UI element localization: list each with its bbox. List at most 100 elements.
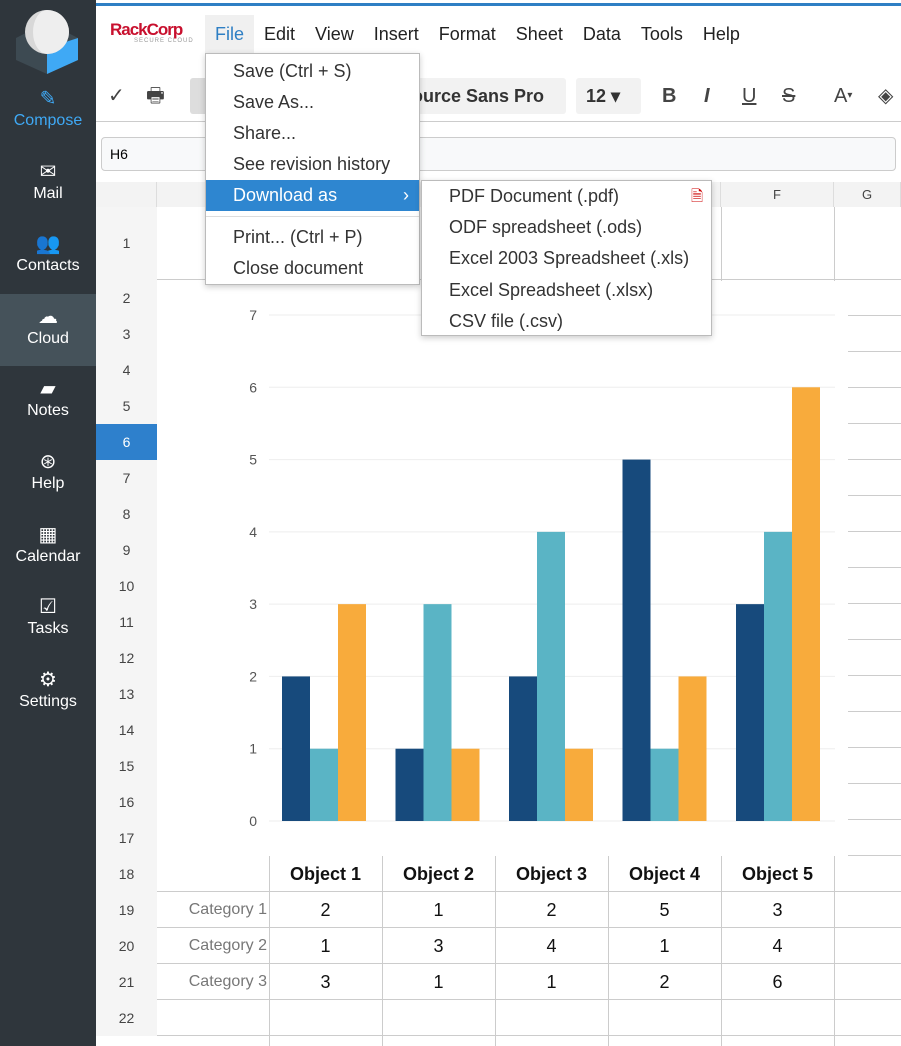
table-cell[interactable]: 1 (608, 928, 721, 964)
bar[interactable] (282, 676, 310, 821)
strikethrough-button[interactable]: S (782, 78, 795, 114)
bar[interactable] (622, 459, 651, 821)
underline-button[interactable]: U (742, 78, 756, 114)
menu-view[interactable]: View (305, 15, 364, 53)
file-menu-item[interactable]: Save (Ctrl + S) (206, 56, 419, 87)
sidebar-item-compose[interactable]: ✎ Compose (0, 76, 96, 148)
table-cell[interactable]: 3 (721, 892, 834, 928)
row-header[interactable]: 7 (96, 460, 157, 496)
bar-chart[interactable]: 0 1 2 3 4 5 6 7 (157, 281, 848, 856)
print-icon[interactable]: 🖶 (146, 78, 165, 114)
bar[interactable] (509, 676, 537, 821)
download-option[interactable]: PDF Document (.pdf) 🗎 (422, 181, 711, 212)
download-option[interactable]: ODF spreadsheet (.ods) (422, 212, 711, 243)
sidebar-item-calendar[interactable]: ▦ Calendar (0, 512, 96, 584)
row-header[interactable]: 1 (96, 207, 157, 280)
row-header[interactable]: 13 (96, 676, 157, 712)
row-header[interactable]: 17 (96, 820, 157, 856)
file-menu-item[interactable]: Share... (206, 118, 419, 149)
menu-format[interactable]: Format (429, 15, 506, 53)
category-label[interactable]: Category 1 (157, 892, 269, 928)
menu-file[interactable]: File (205, 15, 255, 53)
table-cell[interactable]: 6 (721, 964, 834, 1000)
check-icon[interactable]: ✓ (108, 78, 125, 114)
row-header[interactable]: 3 (96, 316, 157, 352)
menu-sheet[interactable]: Sheet (506, 15, 573, 53)
table-cell[interactable]: 2 (495, 892, 608, 928)
table-cell[interactable]: 3 (269, 964, 382, 1000)
sidebar-item-notes[interactable]: ▰ Notes (0, 366, 96, 438)
category-label[interactable]: Category 3 (157, 964, 269, 1000)
file-menu-item[interactable]: Save As... (206, 87, 419, 118)
column-header[interactable]: F (721, 182, 834, 207)
menu-tools[interactable]: Tools (631, 15, 693, 53)
font-color-button[interactable]: A▾ (834, 78, 852, 114)
row-header[interactable]: 19 (96, 892, 157, 928)
bar[interactable] (451, 748, 480, 821)
bar[interactable] (310, 748, 338, 821)
table-cell[interactable]: 4 (721, 928, 834, 964)
row-header[interactable]: 8 (96, 496, 157, 532)
table-cell[interactable]: 1 (382, 892, 495, 928)
menu-data[interactable]: Data (573, 15, 631, 53)
row-header[interactable]: 11 (96, 604, 157, 640)
row-header[interactable]: 22 (96, 1000, 157, 1036)
bar[interactable] (650, 748, 679, 821)
row-header[interactable]: 18 (96, 856, 157, 892)
bar[interactable] (395, 748, 424, 821)
row-header[interactable]: 20 (96, 928, 157, 964)
file-menu-item[interactable]: Print... (Ctrl + P) (206, 222, 419, 253)
table-cell[interactable]: 4 (495, 928, 608, 964)
bold-button[interactable]: B (662, 78, 676, 114)
bar[interactable] (565, 748, 593, 821)
bar[interactable] (792, 387, 820, 821)
sidebar-item-tasks[interactable]: ☑ Tasks (0, 584, 96, 656)
size-select[interactable]: 12 ▾ (576, 78, 641, 114)
menu-help[interactable]: Help (693, 15, 750, 53)
row-header[interactable]: 16 (96, 784, 157, 820)
sidebar-item-settings[interactable]: ⚙ Settings (0, 657, 96, 729)
row-header[interactable]: 14 (96, 712, 157, 748)
row-header[interactable]: 10 (96, 568, 157, 604)
table-cell[interactable]: 2 (608, 964, 721, 1000)
table-header-cell[interactable]: Object 5 (721, 856, 834, 892)
menu-edit[interactable]: Edit (254, 15, 305, 53)
table-header-cell[interactable]: Object 3 (495, 856, 608, 892)
table-cell[interactable]: 1 (382, 964, 495, 1000)
row-header[interactable]: 9 (96, 532, 157, 568)
row-header[interactable]: 15 (96, 748, 157, 784)
italic-button[interactable]: I (704, 78, 710, 114)
download-option[interactable]: Excel 2003 Spreadsheet (.xls) (422, 243, 711, 274)
row-header[interactable]: 6 (96, 424, 157, 460)
table-cell[interactable]: 1 (269, 928, 382, 964)
download-option[interactable]: Excel Spreadsheet (.xlsx) (422, 275, 711, 306)
download-option[interactable]: CSV file (.csv) (422, 306, 711, 337)
file-menu-item[interactable]: See revision history (206, 149, 419, 180)
table-header-cell[interactable]: Object 2 (382, 856, 495, 892)
sidebar-item-cloud[interactable]: ☁ Cloud (0, 293, 96, 366)
column-header[interactable]: G (834, 182, 901, 207)
menu-insert[interactable]: Insert (364, 15, 429, 53)
table-cell[interactable]: 3 (382, 928, 495, 964)
table-header-cell[interactable]: Object 1 (269, 856, 382, 892)
sidebar-item-help[interactable]: ⊛ Help (0, 439, 96, 511)
bar[interactable] (338, 604, 366, 821)
fill-color-icon[interactable]: ◈ (878, 78, 893, 114)
row-header[interactable]: 5 (96, 388, 157, 424)
corner-cell[interactable] (96, 182, 157, 207)
bar[interactable] (764, 531, 792, 821)
sidebar-item-mail[interactable]: ✉ Mail (0, 149, 96, 221)
row-header[interactable]: 4 (96, 352, 157, 388)
bar[interactable] (537, 531, 565, 821)
sidebar-item-contacts[interactable]: 👥 Contacts (0, 221, 96, 293)
category-label[interactable]: Category 2 (157, 928, 269, 964)
row-header[interactable]: 12 (96, 640, 157, 676)
file-menu-item[interactable]: Close document (206, 253, 419, 284)
table-header-cell[interactable]: Object 4 (608, 856, 721, 892)
table-cell[interactable]: 2 (269, 892, 382, 928)
row-header[interactable]: 2 (96, 280, 157, 316)
bar[interactable] (736, 604, 764, 821)
bar[interactable] (678, 676, 707, 821)
table-cell[interactable]: 5 (608, 892, 721, 928)
file-menu-item[interactable]: Download as › (206, 180, 419, 211)
